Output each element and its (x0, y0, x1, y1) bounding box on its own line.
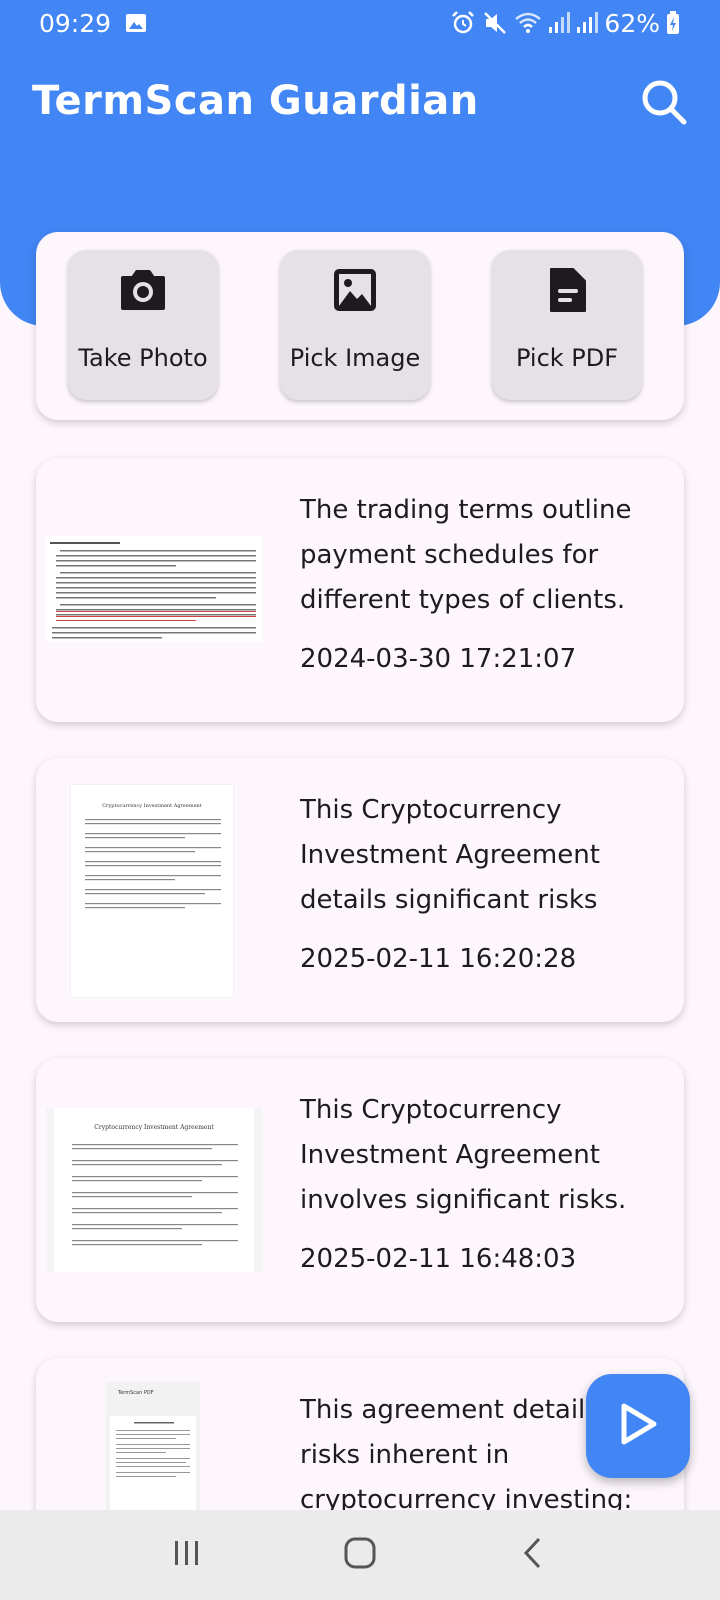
signal-icon (576, 11, 599, 35)
search-icon (640, 78, 688, 130)
camera-icon (119, 266, 167, 314)
action-card: Take Photo Pick Image Pick PDF (36, 232, 684, 420)
document-card[interactable]: Cryptocurrency Investment Agreement This… (36, 1058, 684, 1322)
back-icon (521, 1536, 545, 1574)
document-card[interactable]: The trading terms outline payment schedu… (36, 458, 684, 722)
alarm-icon (450, 10, 476, 36)
document-date: 2024-03-30 17:21:07 (300, 644, 577, 674)
document-thumbnail (46, 536, 262, 642)
document-summary: This Cryptocurrency Investment Agreement… (300, 1095, 627, 1215)
document-card[interactable]: Cryptocurrency Investment Agreement This… (36, 758, 684, 1022)
image-icon (332, 266, 378, 314)
recent-apps-button[interactable] (157, 1525, 217, 1585)
battery-text: 62% (604, 8, 660, 38)
play-button[interactable] (586, 1374, 690, 1478)
document-date: 2025-02-11 16:20:28 (300, 944, 577, 974)
document-summary: The trading terms outline payment schedu… (300, 495, 632, 615)
take-photo-button[interactable]: Take Photo (68, 250, 218, 400)
system-nav-bar (0, 1510, 720, 1600)
document-thumbnail: Cryptocurrency Investment Agreement (70, 784, 234, 998)
document-icon (547, 266, 587, 314)
signal-icon (548, 11, 571, 35)
document-date: 2025-02-11 16:48:03 (300, 1244, 577, 1274)
document-summary: This Cryptocurrency Investment Agreement… (300, 795, 600, 915)
play-icon (616, 1400, 660, 1452)
battery-charging-icon (666, 11, 680, 35)
recent-apps-icon (172, 1538, 202, 1572)
mute-icon (482, 10, 508, 36)
pick-image-label: Pick Image (289, 344, 421, 372)
status-bar: 09:29 62% (0, 0, 720, 46)
pick-pdf-label: Pick PDF (515, 344, 619, 372)
status-time: 09:29 (39, 8, 112, 38)
pick-image-button[interactable]: Pick Image (280, 250, 430, 400)
take-photo-label: Take Photo (78, 344, 208, 372)
back-button[interactable] (503, 1525, 563, 1585)
image-icon (125, 13, 147, 33)
document-thumbnail: Cryptocurrency Investment Agreement (46, 1108, 262, 1272)
app-title: TermScan Guardian (32, 78, 479, 124)
pick-pdf-button[interactable]: Pick PDF (492, 250, 642, 400)
search-button[interactable] (636, 76, 692, 132)
home-icon (343, 1536, 377, 1574)
wifi-icon (514, 11, 542, 35)
home-button[interactable] (330, 1525, 390, 1585)
